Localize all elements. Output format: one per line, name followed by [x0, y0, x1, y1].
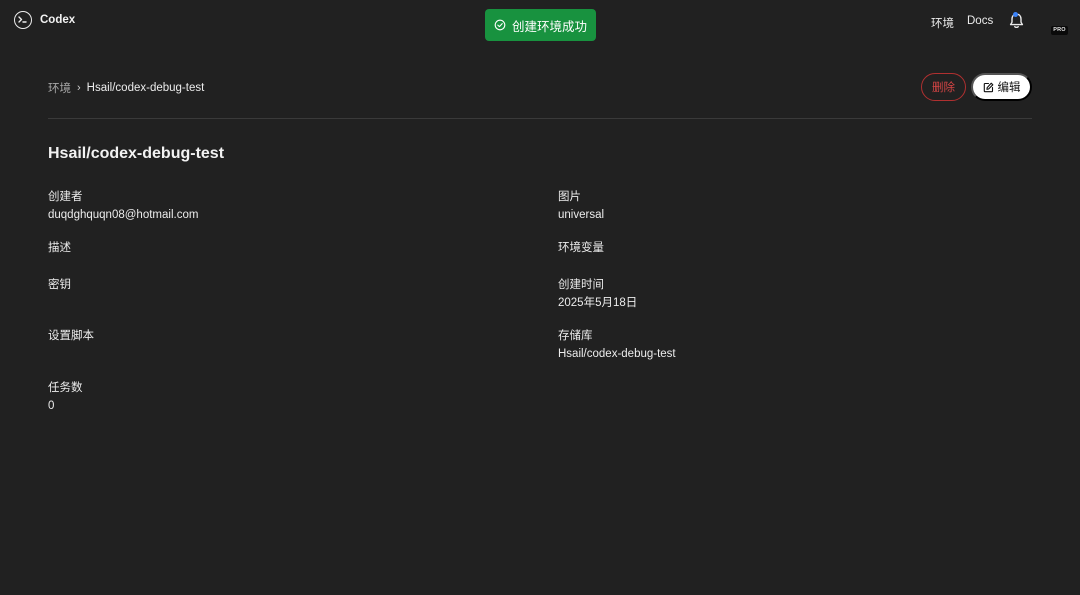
app-name: Codex [40, 14, 76, 26]
field-value: universal [558, 209, 605, 221]
field-label: 创建者 [48, 191, 83, 203]
field-created-at: 创建时间 2025年5月18日 [558, 278, 637, 310]
breadcrumb: 环境 › Hsail/codex-debug-test [48, 80, 204, 96]
toast-message: 创建环境成功 [511, 19, 587, 34]
success-toast: 创建环境成功 [485, 9, 596, 41]
edit-button[interactable]: 编辑 [971, 73, 1032, 101]
top-bar: Codex 创建环境成功 环境 Docs PRO [0, 0, 1080, 44]
nav-environments-link[interactable]: 环境 [931, 15, 954, 31]
codex-logo-icon [14, 11, 32, 29]
field-value: 0 [48, 400, 55, 412]
field-label: 密钥 [48, 279, 71, 291]
delete-button[interactable]: 删除 [921, 73, 966, 101]
field-label: 环境变量 [558, 242, 604, 254]
delete-button-label: 删除 [932, 82, 955, 94]
field-creator: 创建者 duqdghquqn08@hotmail.com [48, 190, 198, 222]
pro-badge: PRO [1051, 26, 1068, 35]
field-value: duqdghquqn08@hotmail.com [48, 209, 199, 221]
field-setup-script: 设置脚本 [48, 329, 94, 347]
field-label: 任务数 [48, 382, 83, 394]
page-title: Hsail/codex-debug-test [48, 145, 225, 162]
field-env-vars: 环境变量 [558, 241, 604, 259]
breadcrumb-environments-link[interactable]: 环境 [48, 80, 71, 96]
notification-dot [1013, 12, 1018, 17]
check-circle-icon [494, 19, 506, 31]
header-divider [48, 118, 1032, 119]
field-label: 设置脚本 [48, 330, 94, 342]
nav-docs-link[interactable]: Docs [967, 15, 993, 27]
chevron-right-icon: › [77, 82, 81, 94]
field-value: Hsail/codex-debug-test [558, 348, 676, 360]
app-logo[interactable]: Codex [14, 11, 75, 29]
edit-button-label: 编辑 [997, 82, 1021, 94]
field-label: 存储库 [558, 330, 593, 342]
edit-icon [983, 82, 993, 92]
field-task-count: 任务数 0 [48, 381, 83, 413]
field-value: 2025年5月18日 [558, 297, 638, 309]
breadcrumb-current: Hsail/codex-debug-test [86, 82, 205, 94]
field-label: 描述 [48, 242, 71, 254]
field-repository: 存储库 Hsail/codex-debug-test [558, 329, 676, 361]
field-label: 图片 [558, 191, 581, 203]
field-label: 创建时间 [558, 279, 604, 291]
field-image: 图片 universal [558, 190, 604, 222]
field-description: 描述 [48, 241, 71, 259]
field-secrets: 密钥 [48, 278, 71, 296]
